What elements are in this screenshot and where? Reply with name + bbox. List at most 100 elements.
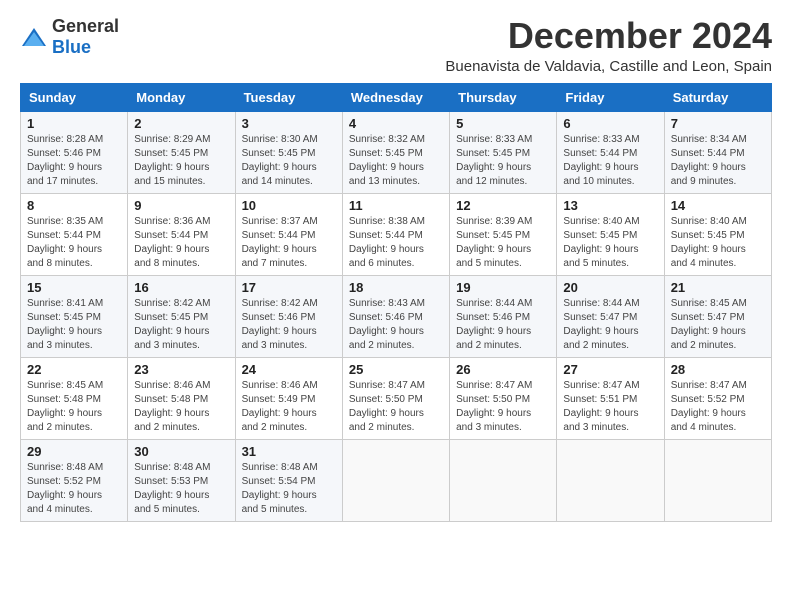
calendar-cell: 11 Sunrise: 8:38 AMSunset: 5:44 PMDaylig…	[342, 193, 449, 275]
day-info: Sunrise: 8:48 AMSunset: 5:54 PMDaylight:…	[242, 461, 336, 517]
calendar-cell: 30 Sunrise: 8:48 AMSunset: 5:53 PMDaylig…	[128, 439, 235, 521]
day-number: 18	[349, 280, 443, 295]
calendar-cell: 1 Sunrise: 8:28 AMSunset: 5:46 PMDayligh…	[21, 111, 128, 193]
calendar-cell: 27 Sunrise: 8:47 AMSunset: 5:51 PMDaylig…	[557, 357, 664, 439]
day-info: Sunrise: 8:38 AMSunset: 5:44 PMDaylight:…	[349, 215, 443, 271]
calendar-cell	[450, 439, 557, 521]
calendar-cell: 24 Sunrise: 8:46 AMSunset: 5:49 PMDaylig…	[235, 357, 342, 439]
day-info: Sunrise: 8:35 AMSunset: 5:44 PMDaylight:…	[27, 215, 121, 271]
day-info: Sunrise: 8:42 AMSunset: 5:45 PMDaylight:…	[134, 297, 228, 353]
day-number: 29	[27, 444, 121, 459]
day-number: 5	[456, 116, 550, 131]
calendar-cell: 5 Sunrise: 8:33 AMSunset: 5:45 PMDayligh…	[450, 111, 557, 193]
calendar-cell: 2 Sunrise: 8:29 AMSunset: 5:45 PMDayligh…	[128, 111, 235, 193]
day-info: Sunrise: 8:48 AMSunset: 5:52 PMDaylight:…	[27, 461, 121, 517]
subtitle: Buenavista de Valdavia, Castille and Leo…	[445, 58, 772, 75]
day-info: Sunrise: 8:46 AMSunset: 5:48 PMDaylight:…	[134, 379, 228, 435]
calendar-cell: 21 Sunrise: 8:45 AMSunset: 5:47 PMDaylig…	[664, 275, 771, 357]
day-info: Sunrise: 8:44 AMSunset: 5:46 PMDaylight:…	[456, 297, 550, 353]
day-info: Sunrise: 8:33 AMSunset: 5:44 PMDaylight:…	[563, 133, 657, 189]
logo: General Blue	[20, 16, 119, 58]
day-info: Sunrise: 8:37 AMSunset: 5:44 PMDaylight:…	[242, 215, 336, 271]
calendar-cell: 10 Sunrise: 8:37 AMSunset: 5:44 PMDaylig…	[235, 193, 342, 275]
logo-text: General Blue	[52, 16, 119, 58]
day-number: 12	[456, 198, 550, 213]
calendar-table: SundayMondayTuesdayWednesdayThursdayFrid…	[20, 83, 772, 522]
calendar-week-row: 1 Sunrise: 8:28 AMSunset: 5:46 PMDayligh…	[21, 111, 772, 193]
day-info: Sunrise: 8:40 AMSunset: 5:45 PMDaylight:…	[563, 215, 657, 271]
day-number: 19	[456, 280, 550, 295]
calendar-cell: 17 Sunrise: 8:42 AMSunset: 5:46 PMDaylig…	[235, 275, 342, 357]
day-info: Sunrise: 8:34 AMSunset: 5:44 PMDaylight:…	[671, 133, 765, 189]
day-number: 30	[134, 444, 228, 459]
calendar-week-row: 15 Sunrise: 8:41 AMSunset: 5:45 PMDaylig…	[21, 275, 772, 357]
calendar-cell: 31 Sunrise: 8:48 AMSunset: 5:54 PMDaylig…	[235, 439, 342, 521]
day-number: 17	[242, 280, 336, 295]
title-block: December 2024 Buenavista de Valdavia, Ca…	[445, 16, 772, 75]
day-info: Sunrise: 8:32 AMSunset: 5:45 PMDaylight:…	[349, 133, 443, 189]
calendar-cell	[342, 439, 449, 521]
day-number: 27	[563, 362, 657, 377]
day-number: 13	[563, 198, 657, 213]
calendar-cell: 23 Sunrise: 8:46 AMSunset: 5:48 PMDaylig…	[128, 357, 235, 439]
day-number: 9	[134, 198, 228, 213]
day-number: 3	[242, 116, 336, 131]
day-of-week-header: Saturday	[664, 83, 771, 111]
day-of-week-header: Wednesday	[342, 83, 449, 111]
day-number: 20	[563, 280, 657, 295]
day-info: Sunrise: 8:40 AMSunset: 5:45 PMDaylight:…	[671, 215, 765, 271]
day-number: 14	[671, 198, 765, 213]
day-info: Sunrise: 8:29 AMSunset: 5:45 PMDaylight:…	[134, 133, 228, 189]
calendar-cell: 18 Sunrise: 8:43 AMSunset: 5:46 PMDaylig…	[342, 275, 449, 357]
day-number: 2	[134, 116, 228, 131]
calendar-cell: 20 Sunrise: 8:44 AMSunset: 5:47 PMDaylig…	[557, 275, 664, 357]
calendar-header-row: SundayMondayTuesdayWednesdayThursdayFrid…	[21, 83, 772, 111]
day-number: 7	[671, 116, 765, 131]
day-number: 8	[27, 198, 121, 213]
day-of-week-header: Monday	[128, 83, 235, 111]
day-info: Sunrise: 8:47 AMSunset: 5:52 PMDaylight:…	[671, 379, 765, 435]
calendar-cell	[664, 439, 771, 521]
calendar-cell: 8 Sunrise: 8:35 AMSunset: 5:44 PMDayligh…	[21, 193, 128, 275]
day-info: Sunrise: 8:47 AMSunset: 5:51 PMDaylight:…	[563, 379, 657, 435]
day-info: Sunrise: 8:45 AMSunset: 5:48 PMDaylight:…	[27, 379, 121, 435]
day-info: Sunrise: 8:47 AMSunset: 5:50 PMDaylight:…	[456, 379, 550, 435]
day-number: 26	[456, 362, 550, 377]
day-number: 22	[27, 362, 121, 377]
calendar-week-row: 22 Sunrise: 8:45 AMSunset: 5:48 PMDaylig…	[21, 357, 772, 439]
calendar-cell: 12 Sunrise: 8:39 AMSunset: 5:45 PMDaylig…	[450, 193, 557, 275]
day-info: Sunrise: 8:36 AMSunset: 5:44 PMDaylight:…	[134, 215, 228, 271]
day-info: Sunrise: 8:28 AMSunset: 5:46 PMDaylight:…	[27, 133, 121, 189]
day-number: 28	[671, 362, 765, 377]
calendar-week-row: 29 Sunrise: 8:48 AMSunset: 5:52 PMDaylig…	[21, 439, 772, 521]
calendar-cell: 25 Sunrise: 8:47 AMSunset: 5:50 PMDaylig…	[342, 357, 449, 439]
day-info: Sunrise: 8:48 AMSunset: 5:53 PMDaylight:…	[134, 461, 228, 517]
logo-icon	[20, 26, 48, 48]
day-info: Sunrise: 8:45 AMSunset: 5:47 PMDaylight:…	[671, 297, 765, 353]
day-info: Sunrise: 8:43 AMSunset: 5:46 PMDaylight:…	[349, 297, 443, 353]
calendar-cell: 13 Sunrise: 8:40 AMSunset: 5:45 PMDaylig…	[557, 193, 664, 275]
logo-blue: Blue	[52, 37, 91, 57]
calendar-cell: 22 Sunrise: 8:45 AMSunset: 5:48 PMDaylig…	[21, 357, 128, 439]
day-info: Sunrise: 8:47 AMSunset: 5:50 PMDaylight:…	[349, 379, 443, 435]
calendar-cell	[557, 439, 664, 521]
day-info: Sunrise: 8:33 AMSunset: 5:45 PMDaylight:…	[456, 133, 550, 189]
day-of-week-header: Friday	[557, 83, 664, 111]
day-info: Sunrise: 8:30 AMSunset: 5:45 PMDaylight:…	[242, 133, 336, 189]
header: General Blue December 2024 Buenavista de…	[20, 16, 772, 75]
day-info: Sunrise: 8:46 AMSunset: 5:49 PMDaylight:…	[242, 379, 336, 435]
day-number: 10	[242, 198, 336, 213]
day-of-week-header: Tuesday	[235, 83, 342, 111]
day-number: 16	[134, 280, 228, 295]
day-of-week-header: Sunday	[21, 83, 128, 111]
day-number: 25	[349, 362, 443, 377]
day-number: 4	[349, 116, 443, 131]
calendar-cell: 29 Sunrise: 8:48 AMSunset: 5:52 PMDaylig…	[21, 439, 128, 521]
day-number: 21	[671, 280, 765, 295]
main-title: December 2024	[445, 16, 772, 56]
day-number: 15	[27, 280, 121, 295]
calendar-cell: 14 Sunrise: 8:40 AMSunset: 5:45 PMDaylig…	[664, 193, 771, 275]
day-info: Sunrise: 8:41 AMSunset: 5:45 PMDaylight:…	[27, 297, 121, 353]
calendar-cell: 26 Sunrise: 8:47 AMSunset: 5:50 PMDaylig…	[450, 357, 557, 439]
day-number: 23	[134, 362, 228, 377]
